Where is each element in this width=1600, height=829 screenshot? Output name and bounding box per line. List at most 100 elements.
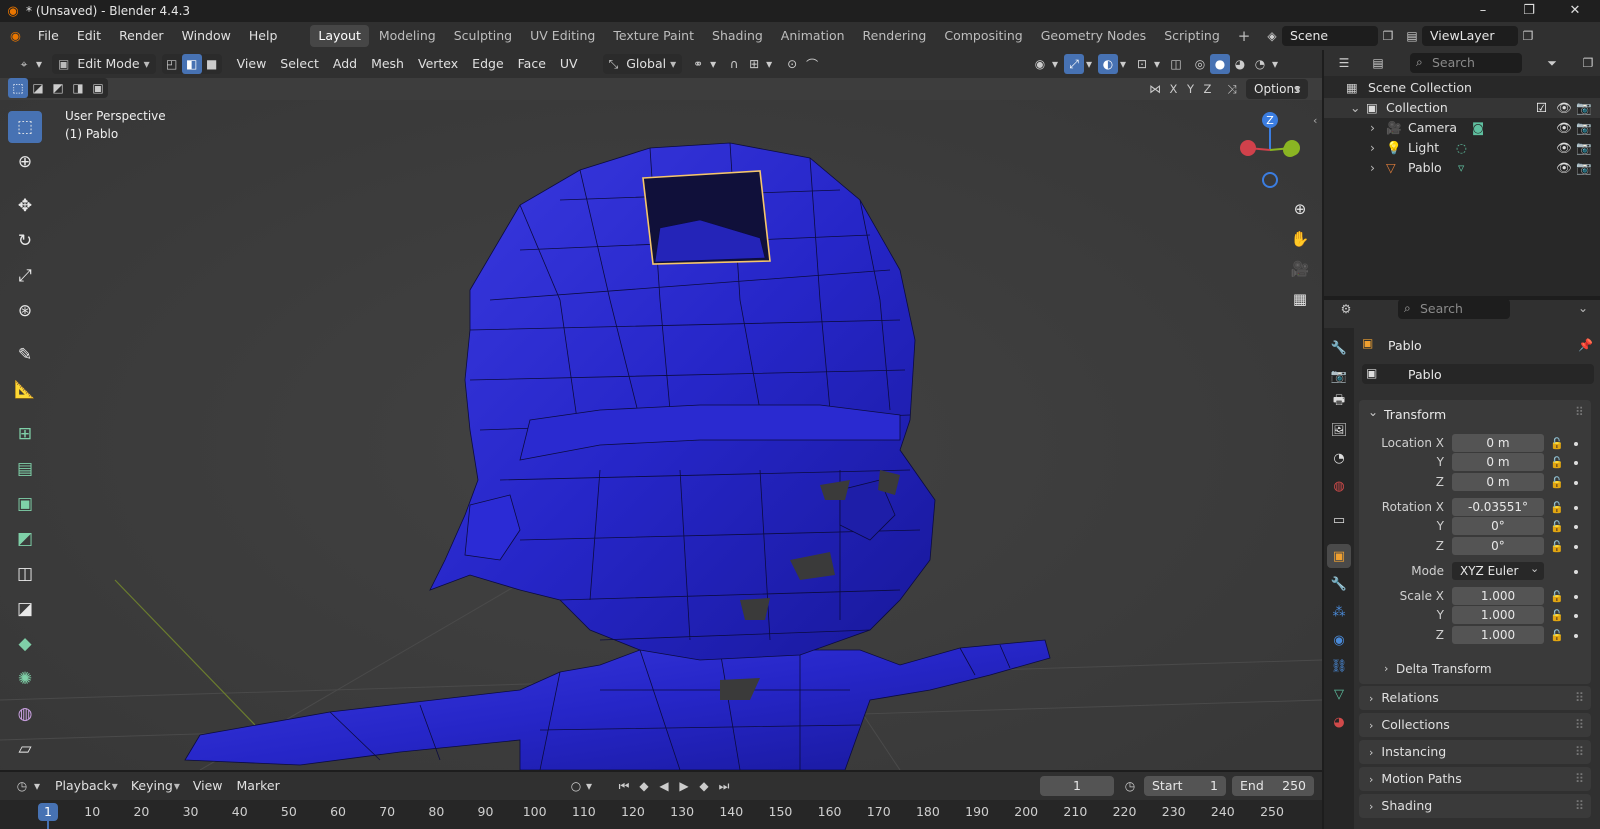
mirror-y-toggle[interactable]: Y bbox=[1182, 79, 1199, 99]
tab-texture-paint[interactable]: Texture Paint bbox=[605, 25, 702, 47]
next-keyframe-icon[interactable]: ◆ bbox=[694, 776, 714, 796]
keyframe-dot-icon[interactable] bbox=[1574, 595, 1578, 599]
menu-add[interactable]: Add bbox=[326, 54, 364, 74]
knife-icon[interactable]: ◪ bbox=[8, 593, 42, 625]
lock-icon[interactable]: 🔓 bbox=[1550, 456, 1564, 469]
wireframe-shading-icon[interactable]: ◎ bbox=[1190, 54, 1210, 74]
menu-window[interactable]: Window bbox=[173, 22, 240, 50]
visibility-icon[interactable]: ◉ bbox=[1030, 54, 1050, 74]
output-tab-icon[interactable]: 🖶 bbox=[1327, 390, 1351, 414]
spin-icon[interactable]: ✺ bbox=[8, 663, 42, 695]
rotation-z-field[interactable]: 0° bbox=[1452, 537, 1544, 555]
mesh-data-icon[interactable]: ▿ bbox=[1458, 158, 1464, 178]
zoom-icon[interactable]: ⊕ bbox=[1287, 196, 1313, 222]
data-tab-icon[interactable]: ▽ bbox=[1327, 682, 1351, 706]
3d-viewport[interactable] bbox=[0, 50, 1322, 770]
gizmo-neg-z-axis[interactable] bbox=[1262, 172, 1278, 188]
select-subtract-icon[interactable]: ◩ bbox=[48, 78, 68, 98]
pivot-icon[interactable]: ⚭ bbox=[688, 54, 708, 74]
select-box-icon[interactable]: ⬚ bbox=[8, 111, 42, 143]
shear-icon[interactable]: ▱ bbox=[8, 733, 42, 765]
lock-icon[interactable]: 🔓 bbox=[1550, 437, 1564, 450]
menu-vertex[interactable]: Vertex bbox=[411, 54, 465, 74]
menu-help[interactable]: Help bbox=[240, 22, 287, 50]
render-camera-icon[interactable]: 📷 bbox=[1576, 138, 1592, 158]
bevel-icon[interactable]: ◩ bbox=[8, 523, 42, 555]
timeline-editor-icon[interactable]: ◷ bbox=[12, 776, 32, 796]
lock-icon[interactable]: 🔓 bbox=[1550, 501, 1564, 514]
menu-render[interactable]: Render bbox=[110, 22, 173, 50]
eye-icon[interactable]: 👁 bbox=[1556, 138, 1572, 158]
properties-search-input[interactable]: Search bbox=[1398, 299, 1510, 319]
menu-uv[interactable]: UV bbox=[553, 54, 585, 74]
scale-y-field[interactable]: 1.000 bbox=[1452, 606, 1544, 624]
sidebar-toggle-icon[interactable]: ‹ bbox=[1313, 114, 1317, 127]
chevron-down-icon[interactable]: ▾ bbox=[34, 54, 44, 74]
particles-tab-icon[interactable]: ⁂ bbox=[1327, 600, 1351, 624]
world-tab-icon[interactable]: ◍ bbox=[1327, 474, 1351, 498]
outliner-editor-icon[interactable]: ☰ bbox=[1334, 53, 1354, 73]
chevron-down-icon[interactable]: ▾ bbox=[1084, 54, 1094, 74]
scale-icon[interactable]: ⤢ bbox=[8, 260, 42, 292]
rotation-x-field[interactable]: -0.03551° bbox=[1452, 498, 1544, 516]
object-tab-icon[interactable]: ▣ bbox=[1327, 544, 1351, 568]
face-select-icon[interactable]: ■ bbox=[202, 54, 222, 74]
tab-scripting[interactable]: Scripting bbox=[1156, 25, 1228, 47]
loop-cut-icon[interactable]: ◫ bbox=[8, 558, 42, 590]
lock-icon[interactable]: 🔓 bbox=[1550, 590, 1564, 603]
add-cube-icon[interactable]: ⊞ bbox=[8, 418, 42, 450]
play-icon[interactable]: ▶ bbox=[674, 776, 694, 796]
outliner-row-scene-collection[interactable]: ▦ Scene Collection bbox=[1324, 78, 1600, 98]
inset-icon[interactable]: ▣ bbox=[8, 488, 42, 520]
selected-face[interactable] bbox=[642, 170, 771, 265]
snap-icon[interactable]: ∩ bbox=[724, 54, 744, 74]
keyframe-dot-icon[interactable] bbox=[1574, 545, 1578, 549]
outliner-search-input[interactable]: Search bbox=[1410, 53, 1522, 73]
start-frame-field[interactable]: Start 1 bbox=[1144, 776, 1226, 796]
keyframe-dot-icon[interactable] bbox=[1574, 461, 1578, 465]
tab-shading[interactable]: Shading bbox=[704, 25, 771, 47]
scene-field[interactable]: Scene bbox=[1282, 26, 1378, 46]
chevron-down-icon[interactable]: ▾ bbox=[764, 54, 774, 74]
render-camera-icon[interactable]: 📷 bbox=[1576, 98, 1592, 118]
outliner-row-collection[interactable]: ⌄ ▣ Collection ☑ 👁 📷 bbox=[1324, 98, 1600, 118]
render-camera-icon[interactable]: 📷 bbox=[1576, 118, 1592, 138]
menu-keying[interactable]: Keying bbox=[124, 776, 180, 796]
expand-arrow-icon[interactable]: › bbox=[1370, 158, 1375, 178]
filter-icon[interactable]: ⏷ bbox=[1542, 53, 1562, 73]
outliner-row-light[interactable]: › 💡 Light ◌ 👁 📷 bbox=[1324, 138, 1600, 158]
prev-keyframe-icon[interactable]: ◆ bbox=[634, 776, 654, 796]
cursor-icon[interactable]: ⊕ bbox=[8, 146, 42, 178]
lock-icon[interactable]: 🔓 bbox=[1550, 629, 1564, 642]
object-selector-icon[interactable]: ▣ bbox=[1366, 366, 1377, 380]
pan-hand-icon[interactable]: ✋ bbox=[1287, 226, 1313, 252]
tab-rendering[interactable]: Rendering bbox=[855, 25, 935, 47]
menu-face[interactable]: Face bbox=[511, 54, 553, 74]
menu-edit[interactable]: Edit bbox=[68, 22, 110, 50]
keyframe-dot-icon[interactable] bbox=[1574, 525, 1578, 529]
lock-icon[interactable]: 🔓 bbox=[1550, 609, 1564, 622]
smooth-icon[interactable]: ◍ bbox=[8, 698, 42, 730]
shading-panel[interactable]: › Shading ⠿ bbox=[1359, 794, 1591, 818]
tab-animation[interactable]: Animation bbox=[773, 25, 853, 47]
menu-view[interactable]: View bbox=[230, 54, 274, 74]
restore-icon[interactable]: ❐ bbox=[1506, 0, 1552, 22]
menu-mesh[interactable]: Mesh bbox=[364, 54, 411, 74]
blender-menu-icon[interactable]: ◉ bbox=[0, 22, 29, 50]
eye-icon[interactable]: 👁 bbox=[1556, 118, 1572, 138]
chevron-down-icon[interactable]: ▾ bbox=[584, 776, 594, 796]
chevron-down-icon[interactable]: ▾ bbox=[708, 54, 718, 74]
keyframe-dot-icon[interactable] bbox=[1574, 614, 1578, 618]
eye-icon[interactable]: 👁 bbox=[1556, 98, 1572, 118]
viewlayer-new-icon[interactable]: ❐ bbox=[1518, 26, 1538, 46]
menu-timeline-view[interactable]: View bbox=[186, 776, 230, 796]
tab-layout[interactable]: Layout bbox=[310, 25, 369, 47]
lock-icon[interactable]: 🔓 bbox=[1550, 540, 1564, 553]
play-reverse-icon[interactable]: ◀ bbox=[654, 776, 674, 796]
snap-target-icon[interactable]: ⊞ bbox=[744, 54, 764, 74]
keyframe-dot-icon[interactable] bbox=[1574, 442, 1578, 446]
camera-view-icon[interactable]: 🎥 bbox=[1287, 256, 1313, 282]
outliner-row-pablo[interactable]: › ▽ Pablo ▿ 👁 📷 bbox=[1324, 158, 1600, 178]
location-x-field[interactable]: 0 m bbox=[1452, 434, 1544, 452]
drag-handle-icon[interactable]: ⠿ bbox=[1575, 405, 1584, 419]
